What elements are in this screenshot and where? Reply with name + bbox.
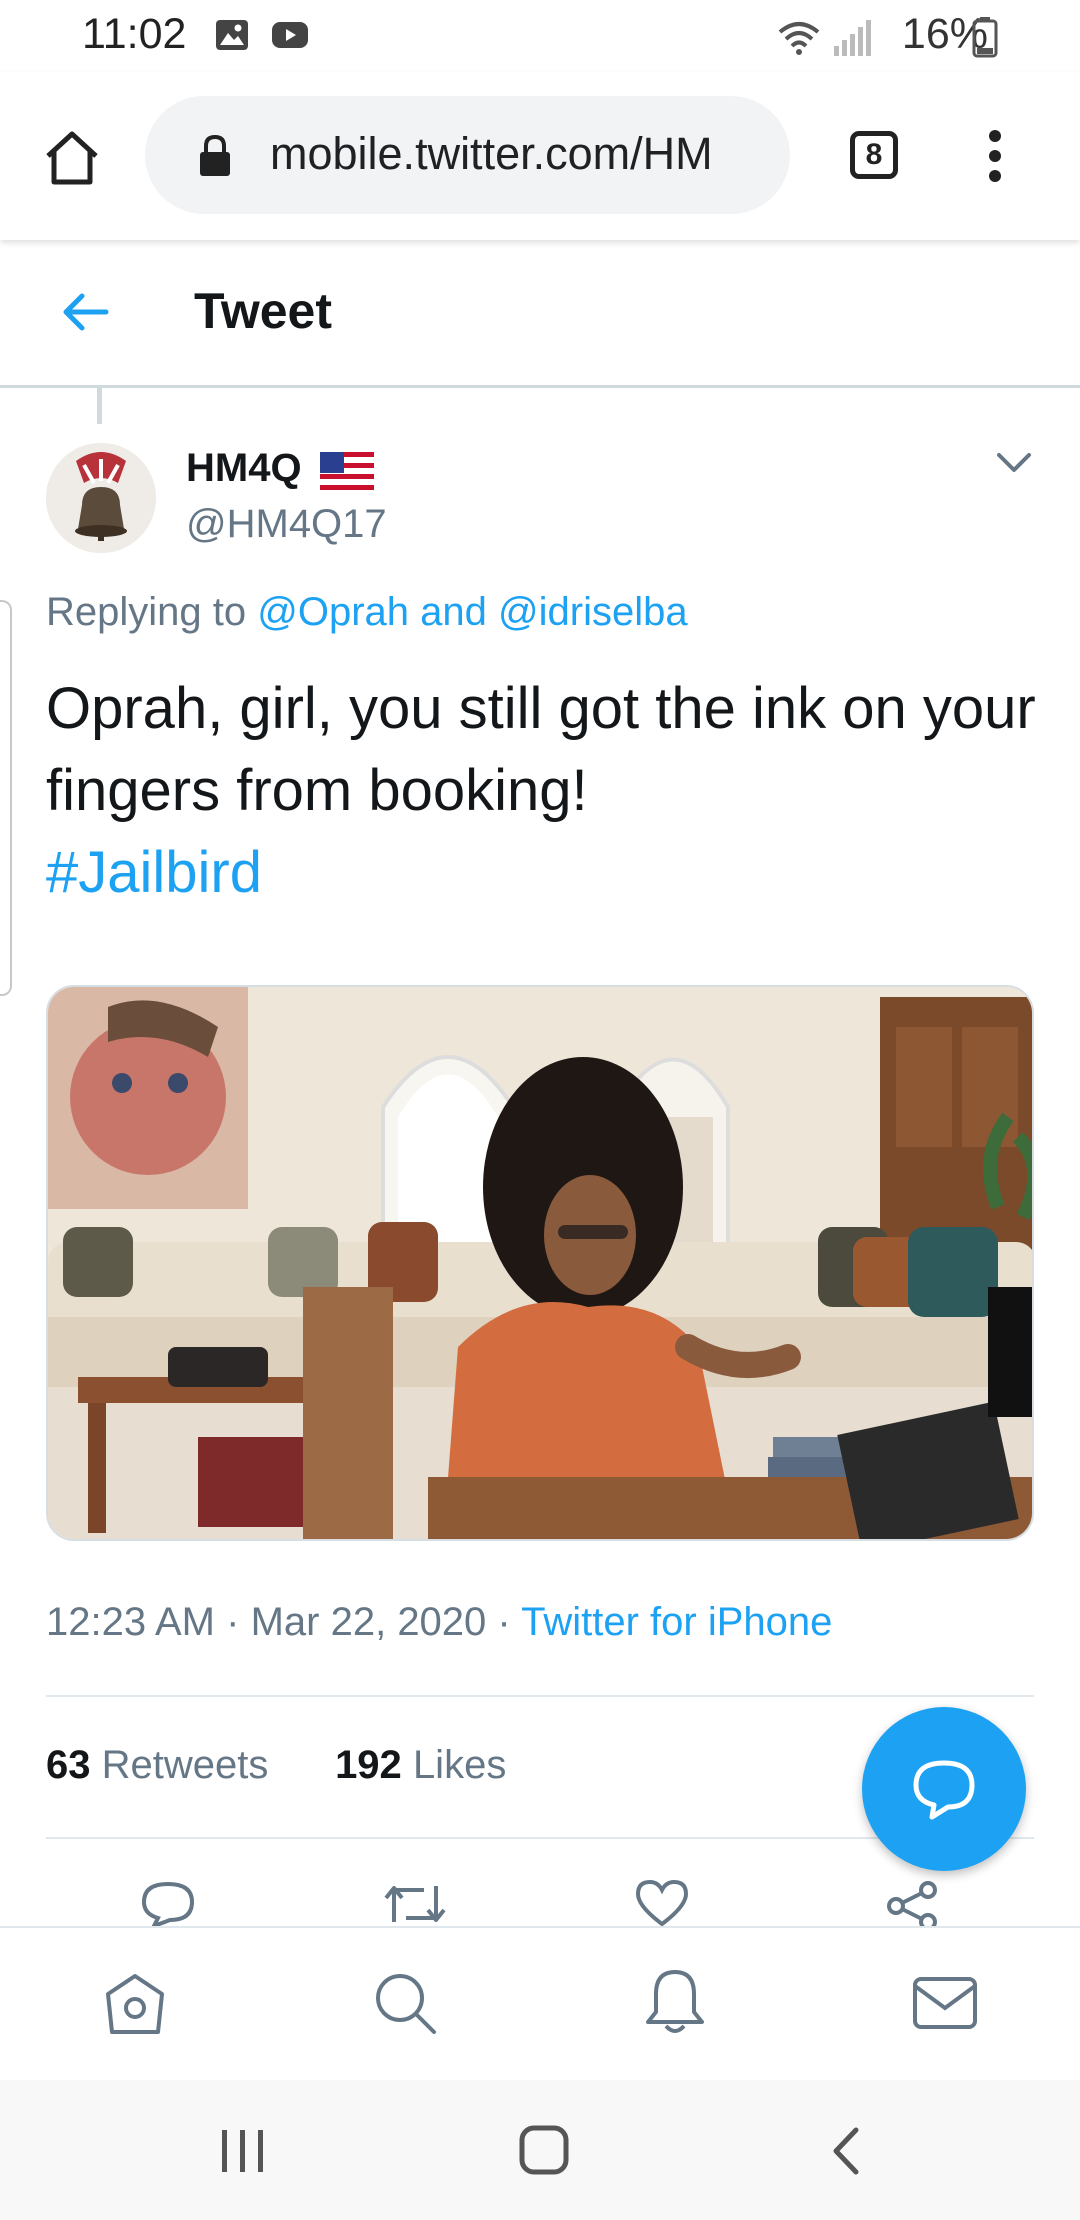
back-arrow-icon[interactable] [60, 292, 110, 332]
tweet-date[interactable]: Mar 22, 2020 [251, 1600, 487, 1644]
display-name[interactable]: HM4Q [186, 446, 302, 491]
tweet-body: Oprah, girl, you still got the ink on yo… [46, 676, 1036, 823]
tweet-meta: 12:23 AM · Mar 22, 2020 · Twitter for iP… [46, 1600, 832, 1645]
retweets-count: 63 [46, 1743, 91, 1787]
retweets-label: Retweets [101, 1743, 269, 1787]
tweet-source[interactable]: Twitter for iPhone [521, 1600, 832, 1644]
overflow-menu-icon[interactable] [980, 128, 1010, 184]
home-icon[interactable] [42, 128, 102, 188]
replying-to-prefix: Replying to [46, 590, 247, 634]
header-divider [0, 385, 1080, 388]
home-button-icon[interactable] [518, 2124, 570, 2176]
url-text[interactable]: mobile.twitter.com/HM [270, 128, 770, 180]
us-flag-icon [320, 452, 374, 490]
status-time: 11:02 [82, 10, 187, 58]
search-icon[interactable] [372, 1970, 438, 2036]
likes-count: 192 [335, 1743, 402, 1787]
image-notification-icon [216, 20, 248, 50]
oprah-video-thumbnail [48, 987, 1032, 1539]
like-icon[interactable] [634, 1880, 690, 1926]
reply-icon[interactable] [140, 1880, 196, 1926]
retweet-icon[interactable] [384, 1882, 446, 1926]
tweet-time[interactable]: 12:23 AM [46, 1600, 215, 1644]
reply-bubble-icon [913, 1760, 975, 1820]
likes-label: Likes [412, 1743, 507, 1787]
replying-and: and [420, 590, 487, 634]
notifications-icon[interactable] [642, 1968, 708, 2038]
hashtag-link[interactable]: #Jailbird [46, 840, 262, 905]
lock-icon [200, 134, 230, 176]
tweet-text: Oprah, girl, you still got the ink on yo… [46, 668, 1036, 914]
tabs-icon[interactable]: 8 [850, 131, 898, 179]
side-panel-edge[interactable] [0, 600, 12, 996]
replying-to: Replying to @Oprah and @idriselba [46, 590, 688, 635]
page-title: Tweet [194, 283, 332, 339]
tweet-media-image[interactable] [46, 985, 1034, 1541]
wifi-icon [778, 22, 820, 55]
chevron-down-icon[interactable] [996, 450, 1032, 476]
meta-separator-1: · [226, 1600, 240, 1644]
handle[interactable]: @HM4Q17 [186, 502, 387, 547]
retweets-stat[interactable]: 63 Retweets [46, 1743, 268, 1787]
share-icon[interactable] [884, 1880, 940, 1926]
meta-separator-2: · [497, 1600, 511, 1644]
back-button-icon[interactable] [828, 2126, 864, 2176]
home-nav-icon[interactable] [102, 1972, 168, 2036]
mention-idriselba[interactable]: @idriselba [498, 590, 688, 634]
recent-apps-icon[interactable] [218, 2128, 268, 2174]
battery-icon [972, 17, 998, 58]
messages-icon[interactable] [912, 1976, 978, 2030]
thread-line [97, 388, 102, 424]
mention-oprah[interactable]: @Oprah [257, 590, 409, 634]
signal-icon [834, 20, 871, 56]
liberty-bell-image [46, 443, 156, 553]
youtube-notification-icon [272, 22, 308, 48]
tweet-stats: 63 Retweets 192 Likes [46, 1743, 506, 1788]
likes-stat[interactable]: 192 Likes [335, 1743, 506, 1787]
divider [46, 1695, 1034, 1697]
avatar[interactable] [46, 443, 156, 553]
compose-reply-button[interactable] [862, 1707, 1026, 1871]
